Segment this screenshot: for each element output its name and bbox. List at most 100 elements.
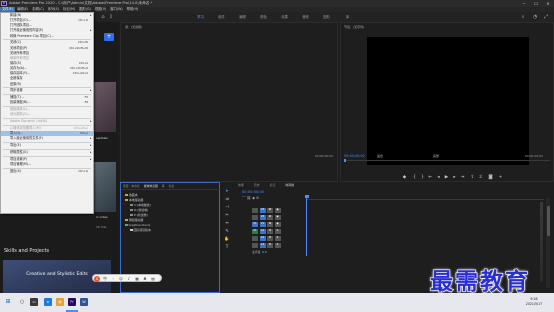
emoji-icon[interactable]: ☺ xyxy=(118,276,124,282)
search-icon[interactable]: ⌕ xyxy=(520,14,526,20)
add-icon[interactable]: + xyxy=(104,33,114,41)
skin-icon[interactable]: ♣ xyxy=(142,276,148,282)
go-to-in-icon[interactable]: ⇤ xyxy=(427,174,434,181)
razor-icon[interactable]: ✂ xyxy=(224,212,230,218)
audio-track-a3[interactable]: A3 M S xyxy=(252,243,304,249)
fullscreen-icon[interactable]: ⤢ xyxy=(543,14,549,20)
task-view-icon[interactable]: ▭ xyxy=(30,298,38,306)
audio-track-a1[interactable]: A1 A1 M S xyxy=(252,229,304,235)
tab-history[interactable]: 历史 xyxy=(254,183,260,187)
start-icon[interactable]: ⊞ xyxy=(4,298,12,306)
workspace-tab-assembly[interactable]: 组件 xyxy=(211,12,232,22)
program-time-ruler[interactable] xyxy=(344,159,550,163)
track-select-icon[interactable]: ⇉ xyxy=(224,196,230,202)
zoom-fit-select[interactable]: 适合 xyxy=(377,154,383,158)
export-frame-icon[interactable]: ◙ xyxy=(487,174,494,181)
tab-project[interactable]: 项目：未命名 xyxy=(123,184,140,188)
punctuation-icon[interactable]: ◦ xyxy=(110,276,116,282)
pen-icon[interactable]: ✎ xyxy=(224,228,230,234)
button-editor-icon[interactable]: + xyxy=(497,174,504,181)
program-timecode[interactable]: 00;00;00;00 xyxy=(344,154,365,158)
track-label[interactable]: A2 xyxy=(259,236,266,241)
extract-icon[interactable]: ⇫ xyxy=(477,174,484,181)
selection-tool-icon[interactable]: ➤ xyxy=(224,188,230,194)
system-clock[interactable]: 9:28 2021/5/17 xyxy=(520,297,548,306)
mark-in-icon[interactable]: { xyxy=(411,174,418,181)
eye-icon[interactable]: ◉ xyxy=(274,208,281,213)
lock-icon[interactable]: ⊠ xyxy=(267,208,273,213)
tab-effects[interactable]: 效果 xyxy=(238,183,244,187)
file-menu-item[interactable]: 批量捕捉(B)... F6 xyxy=(1,100,93,105)
video-track-v2[interactable]: V2 ⊠ ◉ xyxy=(252,215,304,221)
workspace-tab-audio[interactable]: 音频 xyxy=(295,12,316,22)
solo-icon[interactable]: S xyxy=(274,229,281,234)
track-source-patch[interactable]: V1 xyxy=(252,222,258,227)
track-target-icon[interactable] xyxy=(252,243,258,248)
tree-item[interactable]: C:(本地磁盘) xyxy=(130,203,151,207)
source-monitor-tab[interactable]: 源：(无剪辑) xyxy=(125,25,142,29)
workspace-tab-graphics[interactable]: 图形 xyxy=(316,12,337,22)
search-icon[interactable]: ○ xyxy=(18,298,26,306)
tree-item[interactable]: Creative Cloud xyxy=(125,223,150,227)
tab-timeline[interactable]: 时间线 xyxy=(285,183,294,187)
play-icon[interactable]: ▶ xyxy=(443,174,450,181)
slip-tool-icon[interactable]: ↔ xyxy=(224,220,230,226)
solo-icon[interactable]: S xyxy=(274,236,281,241)
snap-icon[interactable]: ⌒ xyxy=(242,196,246,200)
track-label[interactable]: V1 xyxy=(259,222,266,227)
workspace-tab-color[interactable]: 颜色 xyxy=(253,12,274,22)
tutorial-card-video[interactable] xyxy=(94,162,116,212)
link-icon[interactable]: ⛓ xyxy=(247,196,251,200)
keyboard-icon[interactable]: ▦ xyxy=(134,276,140,282)
resolution-select[interactable]: 完整 xyxy=(433,154,439,158)
file-menu-item[interactable]: 项目管理(M)... xyxy=(1,162,93,167)
tree-item[interactable]: D:(新加卷) xyxy=(130,208,148,212)
tree-item[interactable]: 收藏夹 xyxy=(125,193,138,197)
track-label[interactable]: V2 xyxy=(259,215,266,220)
track-target-icon[interactable] xyxy=(252,208,258,213)
import-icon[interactable]: ⇩ xyxy=(108,14,114,20)
chinese-mode-icon[interactable]: 中 xyxy=(102,276,108,282)
timeline-timecode[interactable]: 00;00;00;00 xyxy=(242,190,264,194)
track-target-icon[interactable] xyxy=(252,236,258,241)
file-menu-item[interactable]: 同步设置 ▸ xyxy=(1,88,93,93)
explorer-icon[interactable]: ▤ xyxy=(56,298,64,306)
lock-icon[interactable]: ⊠ xyxy=(267,222,273,227)
lock-icon[interactable]: ⊠ xyxy=(267,215,273,220)
tab-info[interactable]: 信息 xyxy=(169,184,175,188)
notification-icon[interactable]: ◔ xyxy=(532,14,538,20)
wrench-icon[interactable]: ⚙ xyxy=(256,196,259,200)
track-source-patch[interactable]: A1 xyxy=(252,229,258,234)
scrollbar-thumb[interactable] xyxy=(546,206,550,236)
video-track-v3[interactable]: V3 ⊠ ◉ xyxy=(252,208,304,214)
marker-icon[interactable]: ◆ xyxy=(252,196,255,200)
video-track-v1[interactable]: V1 V1 ⊠ ◉ xyxy=(252,222,304,228)
hand-icon[interactable]: ✋ xyxy=(224,236,230,242)
premiere-taskbar-icon[interactable]: Pr xyxy=(68,298,76,306)
toolbox-icon[interactable]: ▤ xyxy=(150,276,156,282)
maximize-button[interactable]: ☐ xyxy=(530,0,542,7)
type-tool-icon[interactable]: T xyxy=(224,244,230,250)
minimize-button[interactable]: ─ xyxy=(518,0,530,7)
tree-item[interactable]: 团队项目版本 xyxy=(130,228,151,232)
mute-icon[interactable]: M xyxy=(267,236,273,241)
workspace-tab-learn[interactable]: 学习 xyxy=(190,12,211,22)
tree-item[interactable]: 网络驱动器 xyxy=(125,218,143,222)
mute-icon[interactable]: M xyxy=(267,229,273,234)
track-label[interactable]: V3 xyxy=(259,208,266,213)
timeline-ruler[interactable] xyxy=(306,196,544,200)
go-to-out-icon[interactable]: ⇥ xyxy=(459,174,466,181)
audio-track-a2[interactable]: A2 M S xyxy=(252,236,304,242)
workspace-tab-libraries[interactable]: 库 xyxy=(337,12,358,22)
tree-item[interactable]: E:(新加卷) xyxy=(130,213,148,217)
mark-out-icon[interactable]: } xyxy=(419,174,426,181)
ime-logo-icon[interactable]: S xyxy=(94,276,100,282)
lift-icon[interactable]: ⇪ xyxy=(469,174,476,181)
master-volume[interactable]: 0.0 xyxy=(262,250,266,254)
workspace-tab-editing[interactable]: 编辑 xyxy=(232,12,253,22)
close-button[interactable]: ✕ xyxy=(542,0,554,7)
tutorial-card-essentials[interactable] xyxy=(94,82,116,132)
playhead-marker[interactable] xyxy=(344,159,346,162)
add-marker-icon[interactable]: ◆ xyxy=(401,174,408,181)
home-icon[interactable]: ⌂ xyxy=(100,14,106,20)
